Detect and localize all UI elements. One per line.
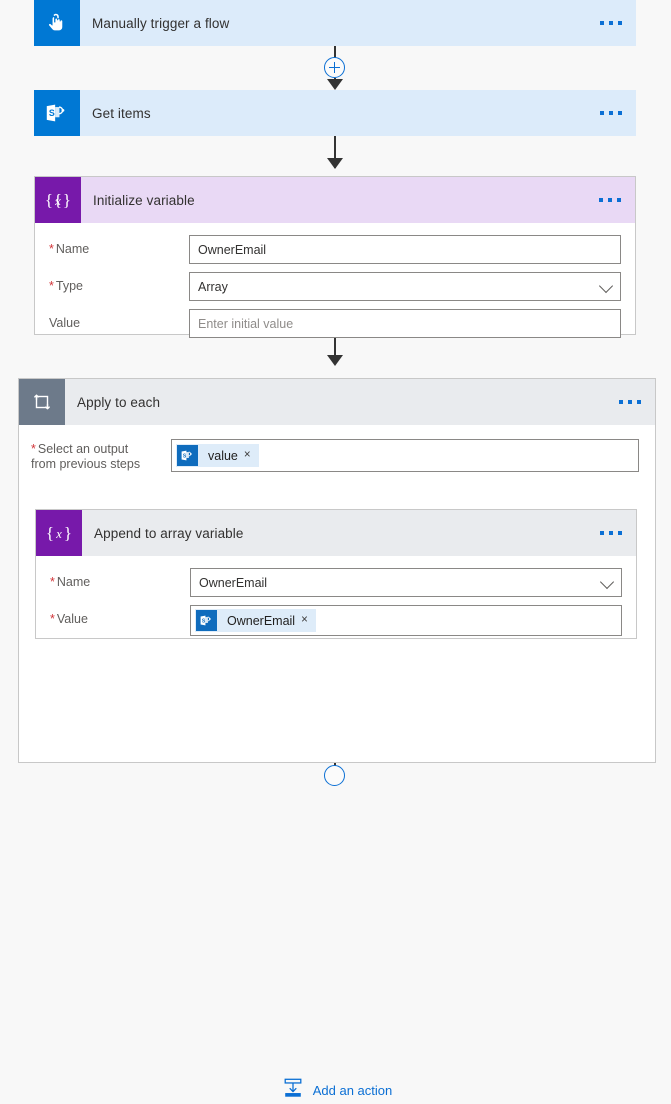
type-dropdown-value: Array	[198, 279, 228, 294]
step-title: Initialize variable	[93, 192, 195, 208]
card-header[interactable]: Apply to each	[19, 379, 655, 425]
type-dropdown[interactable]: Array	[189, 272, 621, 301]
svg-text:S: S	[49, 108, 55, 118]
required-marker: *	[49, 242, 54, 256]
close-icon[interactable]: ×	[244, 449, 259, 462]
select-output-input[interactable]: S value ×	[171, 439, 639, 472]
token-chip-label: OwnerEmail	[227, 613, 296, 628]
field-label-name: * Name	[50, 575, 91, 589]
step-title: Get items	[92, 105, 151, 121]
token-chip-label: value	[208, 448, 238, 463]
insert-step-plus-button[interactable]	[324, 57, 345, 78]
field-label-value: Value	[49, 316, 81, 330]
variable-braces-icon: { x } {	[35, 177, 81, 223]
flow-step-initialize-variable[interactable]: { x } { Initialize variable * Name OwnerE…	[34, 176, 636, 338]
arrowhead-to-getitems	[327, 79, 343, 90]
card-body: * Name OwnerEmail * Type Array Value Enter…	[35, 223, 635, 352]
sharepoint-icon: S	[177, 445, 198, 466]
form-row-value: * Value S OwnerEmail ×	[50, 605, 622, 636]
chevron-down-icon[interactable]	[599, 574, 615, 589]
name-input[interactable]: OwnerEmail	[189, 235, 621, 264]
step-title: Apply to each	[77, 394, 161, 410]
required-marker: *	[50, 612, 55, 626]
append-value-input[interactable]: S OwnerEmail ×	[190, 605, 622, 636]
form-row-name: * Name OwnerEmail	[50, 568, 622, 597]
step-menu-button[interactable]	[599, 198, 621, 202]
svg-text:}: }	[63, 191, 71, 210]
form-row-value: Value Enter initial value	[49, 309, 621, 338]
loop-icon	[19, 379, 65, 425]
svg-text:{: {	[45, 191, 53, 210]
value-input-placeholder: Enter initial value	[198, 316, 294, 331]
variable-braces-icon: x } {	[36, 510, 82, 556]
card-body: * Name OwnerEmail * Value S OwnerEmail ×	[36, 556, 636, 650]
field-label-name: * Name	[49, 242, 90, 256]
token-chip-owneremail[interactable]: S OwnerEmail ×	[195, 609, 316, 632]
add-action-icon	[282, 1077, 304, 1104]
flow-step-get-items[interactable]: S Get items	[34, 90, 636, 136]
field-label-select-output: * Select an output from previous steps	[31, 442, 141, 471]
insert-step-plus-button-bottom[interactable]	[324, 765, 345, 786]
flow-step-apply-to-each[interactable]: Apply to each * Select an output from pre…	[18, 378, 656, 1098]
card-header[interactable]: Manually trigger a flow	[34, 0, 636, 46]
name-input-value: OwnerEmail	[198, 242, 267, 257]
add-action-label: Add an action	[312, 1083, 393, 1098]
loop-body: *Select an output from previous steps S	[19, 425, 655, 472]
step-menu-button[interactable]	[600, 531, 622, 535]
flow-step-append-to-array-variable[interactable]: x } { Append to array variable * Name Own…	[35, 509, 637, 639]
step-menu-button[interactable]	[600, 111, 622, 115]
close-icon[interactable]: ×	[301, 614, 316, 627]
sharepoint-icon: S	[34, 90, 80, 136]
required-marker: *	[49, 279, 54, 293]
append-name-value: OwnerEmail	[199, 575, 268, 590]
form-row-name: * Name OwnerEmail	[49, 235, 621, 264]
sharepoint-icon: S	[196, 610, 217, 631]
tap-hand-icon	[34, 0, 80, 46]
card-header[interactable]: x } { Append to array variable	[36, 510, 636, 556]
value-input[interactable]: Enter initial value	[189, 309, 621, 338]
card-header[interactable]: { x } { Initialize variable	[35, 177, 635, 223]
svg-text:{: {	[46, 524, 54, 543]
token-chip-value[interactable]: S value ×	[176, 444, 259, 467]
field-label-type: * Type	[49, 279, 83, 293]
form-row-type: * Type Array	[49, 272, 621, 301]
append-name-dropdown[interactable]: OwnerEmail	[190, 568, 622, 597]
svg-text:x: x	[55, 527, 62, 541]
step-menu-button[interactable]	[619, 400, 641, 404]
required-marker: *	[50, 575, 55, 589]
step-menu-button[interactable]	[600, 21, 622, 25]
step-title: Append to array variable	[94, 525, 244, 541]
form-row-select-output: *Select an output from previous steps S	[31, 439, 639, 472]
chevron-down-icon[interactable]	[598, 278, 614, 293]
svg-text:}: }	[64, 524, 72, 543]
arrowhead-to-initvar	[327, 158, 343, 169]
flow-step-manually-trigger-a-flow[interactable]: Manually trigger a flow	[34, 0, 636, 46]
card-header[interactable]: S Get items	[34, 90, 636, 136]
svg-text:x: x	[54, 194, 61, 208]
step-title: Manually trigger a flow	[92, 15, 230, 31]
add-an-action-button[interactable]: Add an action	[19, 1077, 655, 1104]
field-label-value: * Value	[50, 612, 88, 626]
required-marker: *	[31, 442, 36, 456]
arrowhead-to-loop	[327, 355, 343, 366]
